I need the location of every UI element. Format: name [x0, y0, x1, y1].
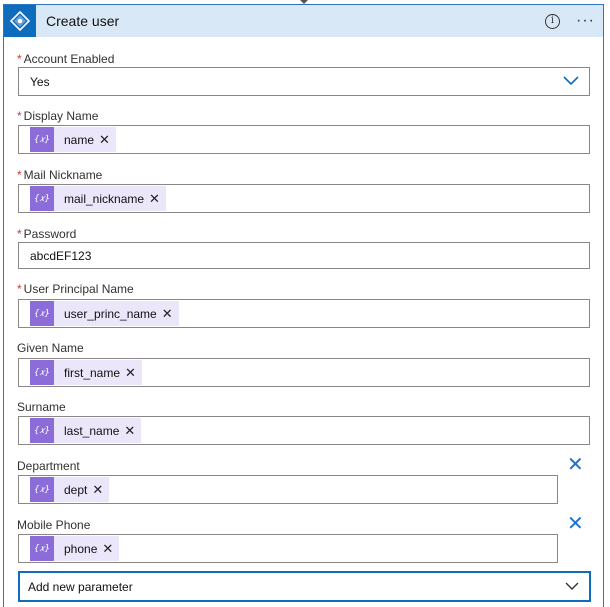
remove-token-icon[interactable]: ✕ [92, 482, 103, 498]
account-enabled-dropdown[interactable]: Yes [18, 67, 590, 96]
expression-icon: {𝑥} [30, 418, 54, 443]
expression-icon: {𝑥} [30, 360, 54, 385]
required-marker: * [17, 52, 22, 66]
expression-icon: {𝑥} [30, 477, 54, 502]
token-label: dept [64, 482, 88, 497]
dynamic-token[interactable]: {𝑥} user_princ_name ✕ [30, 301, 179, 326]
dynamic-token[interactable]: {𝑥} name ✕ [30, 127, 116, 152]
label-account-enabled: * Account Enabled [17, 52, 115, 66]
token-label: phone [64, 541, 98, 556]
label-user-principal-name: * User Principal Name [17, 282, 134, 296]
label-given-name: Given Name [17, 341, 84, 355]
label-mail-nickname: * Mail Nickname [17, 168, 103, 182]
label-department: Department [17, 459, 80, 473]
dynamic-token[interactable]: {𝑥} first_name ✕ [30, 360, 142, 385]
dynamic-token[interactable]: {𝑥} last_name ✕ [30, 418, 142, 443]
add-new-parameter-label: Add new parameter [28, 579, 133, 594]
add-new-parameter-dropdown[interactable]: Add new parameter [18, 571, 591, 602]
expression-icon: {𝑥} [30, 127, 54, 152]
remove-token-icon[interactable]: ✕ [102, 541, 113, 557]
label-display-name: * Display Name [17, 109, 99, 123]
surname-field[interactable]: {𝑥} last_name ✕ [18, 416, 590, 445]
remove-token-icon[interactable]: ✕ [125, 365, 136, 381]
remove-department-icon[interactable]: ✕ [567, 455, 584, 475]
more-options-icon[interactable]: ··· [576, 13, 595, 29]
given-name-field[interactable]: {𝑥} first_name ✕ [18, 358, 590, 387]
remove-token-icon[interactable]: ✕ [149, 191, 160, 207]
account-enabled-value: Yes [30, 74, 50, 89]
user-principal-name-field[interactable]: {𝑥} user_princ_name ✕ [18, 299, 590, 328]
label-password: * Password [17, 227, 77, 241]
required-marker: * [17, 168, 22, 182]
expression-icon: {𝑥} [30, 301, 54, 326]
label-mobile-phone: Mobile Phone [17, 518, 91, 532]
token-label: mail_nickname [64, 191, 145, 206]
azure-ad-icon [4, 5, 36, 37]
action-card: Create user i ··· * Account Enabled Yes *… [3, 4, 604, 607]
mobile-phone-field[interactable]: {𝑥} phone ✕ [18, 534, 558, 563]
remove-token-icon[interactable]: ✕ [124, 423, 135, 439]
label-surname: Surname [17, 400, 66, 414]
token-label: first_name [64, 365, 121, 380]
dynamic-token[interactable]: {𝑥} mail_nickname ✕ [30, 186, 166, 211]
required-marker: * [17, 109, 22, 123]
department-field[interactable]: {𝑥} dept ✕ [18, 475, 558, 504]
required-marker: * [17, 227, 22, 241]
password-value: abcdEF123 [30, 248, 92, 263]
remove-token-icon[interactable]: ✕ [162, 306, 173, 322]
info-icon[interactable]: i [545, 13, 561, 29]
token-label: user_princ_name [64, 306, 157, 321]
expression-icon: {𝑥} [30, 186, 54, 211]
token-label: last_name [64, 423, 120, 438]
expression-icon: {𝑥} [30, 536, 54, 561]
required-marker: * [17, 282, 22, 296]
remove-token-icon[interactable]: ✕ [99, 132, 110, 148]
display-name-field[interactable]: {𝑥} name ✕ [18, 125, 590, 154]
chevron-down-icon [565, 582, 579, 590]
dynamic-token[interactable]: {𝑥} dept ✕ [30, 477, 110, 502]
remove-mobile-phone-icon[interactable]: ✕ [567, 514, 584, 534]
chevron-down-icon [563, 76, 579, 86]
card-title: Create user [46, 13, 120, 29]
card-header[interactable]: Create user i ··· [4, 5, 603, 37]
token-label: name [64, 132, 95, 147]
password-field[interactable]: abcdEF123 [18, 242, 590, 269]
dynamic-token[interactable]: {𝑥} phone ✕ [30, 536, 120, 561]
mail-nickname-field[interactable]: {𝑥} mail_nickname ✕ [18, 184, 590, 213]
